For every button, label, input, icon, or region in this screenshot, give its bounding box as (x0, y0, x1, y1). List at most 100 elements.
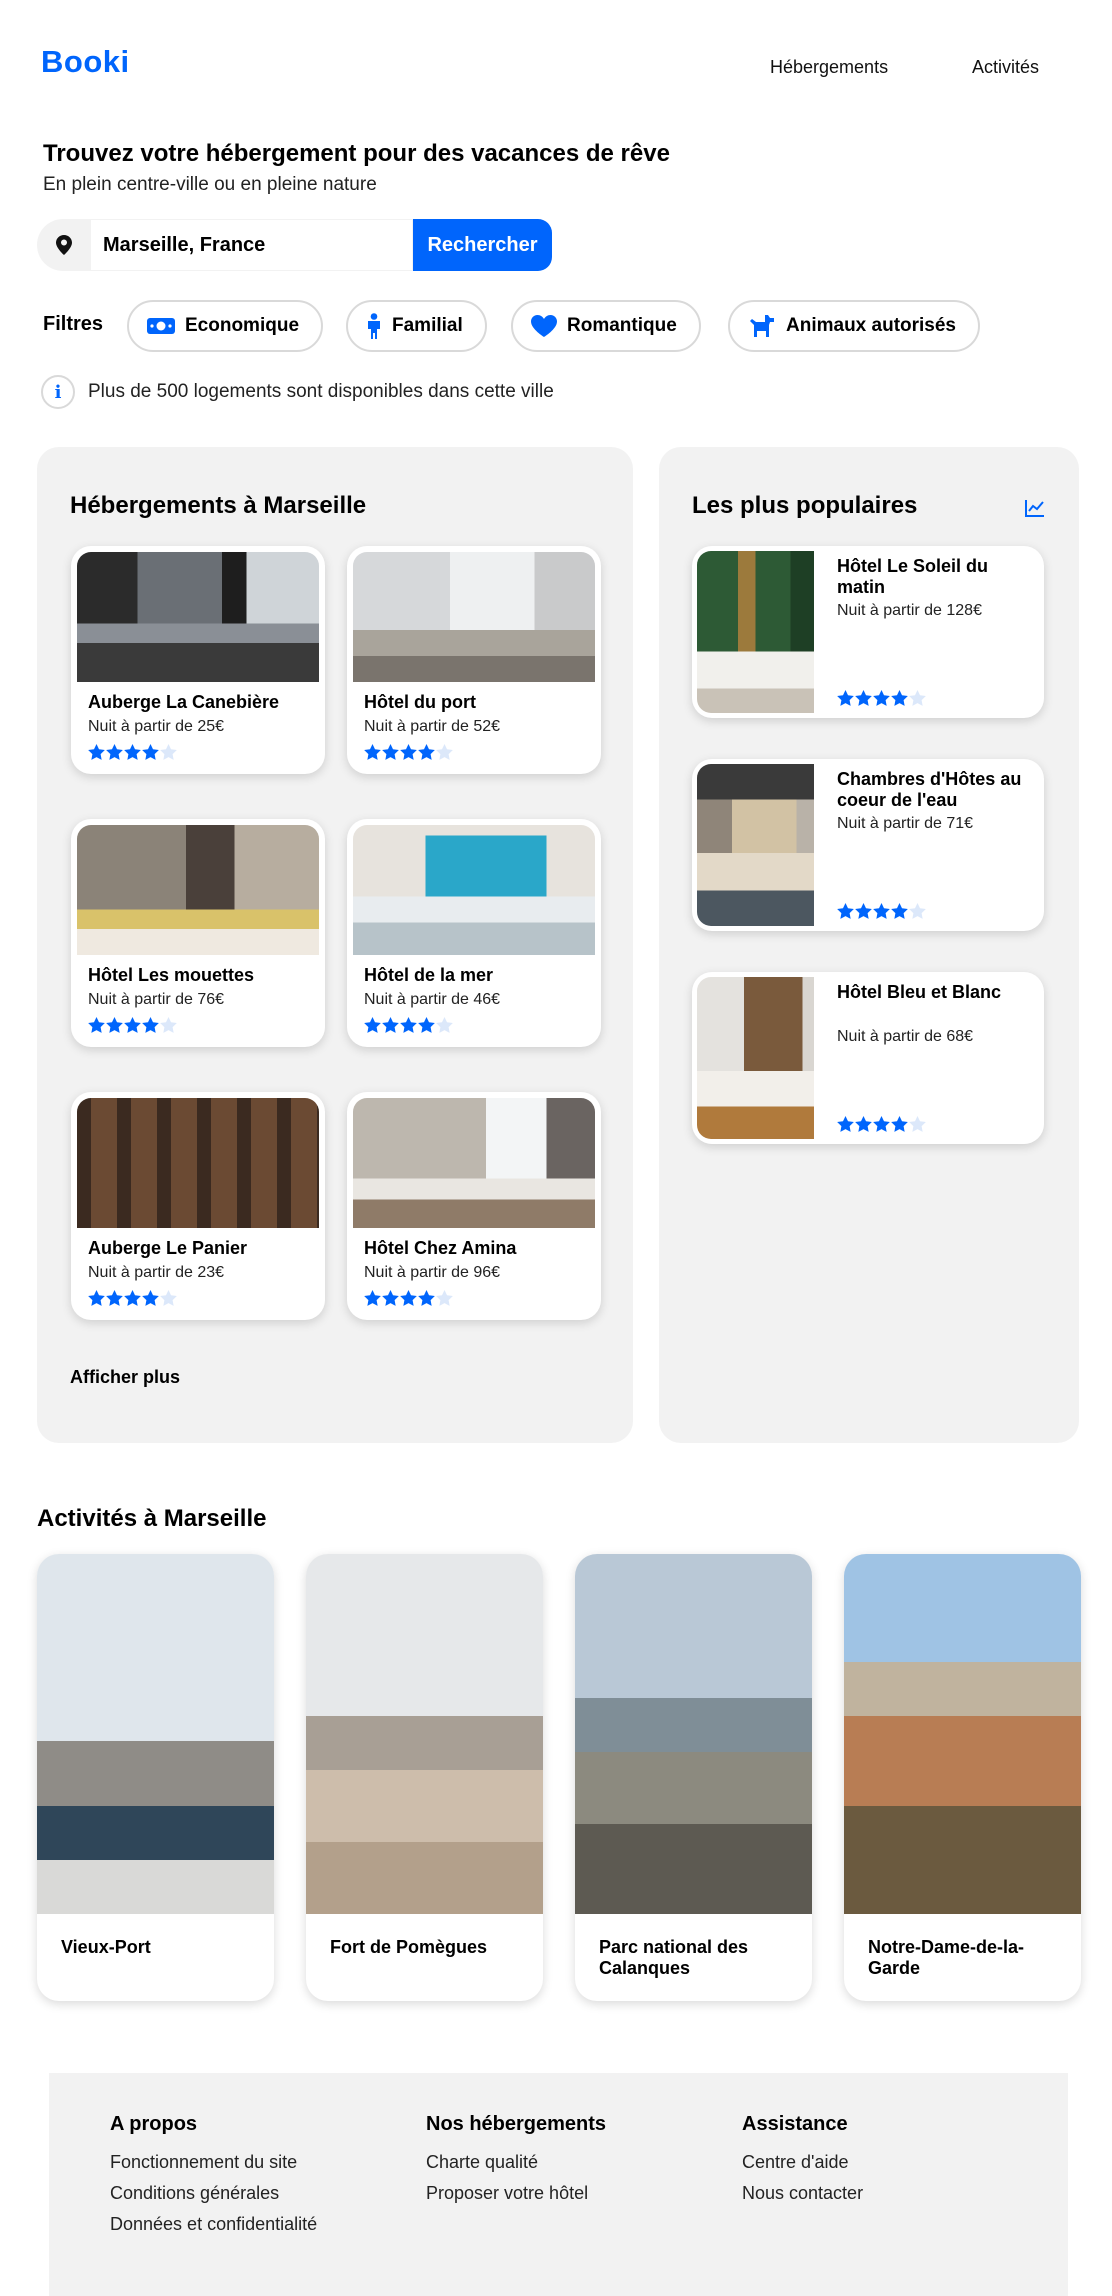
star-icon (142, 1017, 159, 1033)
search-bar: Marseille, France Rechercher (37, 219, 552, 271)
accommodation-card[interactable]: Hôtel de la mer Nuit à partir de 46€ (347, 819, 601, 1047)
popular-name: Hôtel Le Soleil du matin (837, 556, 989, 597)
star-rating (837, 690, 927, 706)
star-icon (909, 1116, 926, 1132)
popular-photo (697, 551, 814, 713)
search-input[interactable]: Marseille, France (91, 219, 413, 271)
star-icon (418, 744, 435, 760)
accommodation-card[interactable]: Hôtel Les mouettes Nuit à partir de 76€ (71, 819, 325, 1047)
popular-name: Chambres d'Hôtes au coeur de l'eau (837, 769, 1022, 810)
hero-title: Trouvez votre hébergement pour des vacan… (43, 140, 670, 167)
popular-card[interactable]: Hôtel Bleu et Blanc Nuit à partir de 68€ (692, 972, 1044, 1144)
popular-price: Nuit à partir de 71€ (837, 815, 974, 832)
accommodation-name: Hôtel de la mer (364, 965, 494, 985)
accommodation-card[interactable]: Auberge Le Panier Nuit à partir de 23€ (71, 1092, 325, 1320)
star-icon (436, 1017, 453, 1033)
star-rating (837, 903, 927, 919)
star-icon (382, 744, 399, 760)
star-icon (106, 1290, 123, 1306)
nav-link-activites[interactable]: Activités (972, 57, 1039, 78)
activity-card[interactable]: Fort de Pomègues (306, 1554, 543, 2001)
activity-card[interactable]: Notre-Dame-de-la-Garde (844, 1554, 1081, 2001)
star-icon (418, 1290, 435, 1306)
star-icon (873, 1116, 890, 1132)
accommodation-name: Auberge La Canebière (88, 692, 280, 712)
star-icon (891, 903, 908, 919)
activity-name: Vieux-Port (61, 1937, 151, 1957)
accommodation-card[interactable]: Auberge La Canebière Nuit à partir de 25… (71, 546, 325, 774)
footer-column-assistance: Assistance Centre d'aide Nous contacter (742, 2113, 863, 2214)
popular-photo (697, 764, 814, 926)
activity-card[interactable]: Vieux-Port (37, 1554, 274, 2001)
footer-heading: Nos hébergements (426, 2113, 607, 2135)
accommodation-name: Auberge Le Panier (88, 1238, 248, 1258)
accommodation-photo (77, 552, 319, 682)
star-icon (106, 1017, 123, 1033)
footer-link[interactable]: Données et confidentialité (110, 2214, 317, 2235)
footer-link[interactable]: Fonctionnement du site (110, 2152, 317, 2173)
filter-familial[interactable]: Familial (346, 300, 487, 352)
filters-label: Filtres (43, 313, 104, 335)
accommodations-panel: Hébergements à Marseille Auberge La Cane… (37, 447, 633, 1443)
money-icon (147, 318, 175, 334)
star-icon (88, 1290, 105, 1306)
popular-panel: Les plus populaires Hôtel Le Soleil du m… (659, 447, 1079, 1443)
footer-link[interactable]: Nous contacter (742, 2183, 863, 2204)
star-icon (837, 690, 854, 706)
show-more-link[interactable]: Afficher plus (70, 1367, 180, 1388)
star-icon (382, 1017, 399, 1033)
footer-link[interactable]: Conditions générales (110, 2183, 317, 2204)
filter-economique[interactable]: Economique (127, 300, 324, 352)
star-icon (106, 744, 123, 760)
trending-chart-icon (1025, 500, 1044, 517)
accommodation-card[interactable]: Hôtel Chez Amina Nuit à partir de 96€ (347, 1092, 601, 1320)
filter-romantique[interactable]: Romantique (511, 300, 701, 352)
filter-label: Romantique (567, 315, 677, 336)
location-pin-icon (37, 219, 91, 271)
site-footer: A propos Fonctionnement du site Conditio… (49, 2073, 1068, 2296)
star-icon (873, 690, 890, 706)
accommodation-card[interactable]: Hôtel du port Nuit à partir de 52€ (347, 546, 601, 774)
star-icon (382, 1290, 399, 1306)
activity-photo (575, 1554, 812, 1914)
footer-link[interactable]: Proposer votre hôtel (426, 2183, 606, 2204)
nav-link-hebergements[interactable]: Hébergements (770, 57, 888, 78)
star-rating (364, 1290, 454, 1306)
popular-card[interactable]: Chambres d'Hôtes au coeur de l'eau Nuit … (692, 759, 1044, 931)
popular-title: Les plus populaires (692, 492, 918, 519)
accommodation-price: Nuit à partir de 52€ (364, 718, 501, 735)
footer-column-hebergements: Nos hébergements Charte qualité Proposer… (426, 2113, 606, 2214)
activity-card[interactable]: Parc national des Calanques (575, 1554, 812, 2001)
star-icon (400, 1017, 417, 1033)
star-icon (400, 1290, 417, 1306)
star-icon (364, 1290, 381, 1306)
accommodation-price: Nuit à partir de 76€ (88, 991, 225, 1008)
star-icon (142, 1290, 159, 1306)
star-icon (124, 1290, 141, 1306)
activities-title: Activités à Marseille (37, 1505, 267, 1532)
star-icon (909, 690, 926, 706)
star-icon (436, 1290, 453, 1306)
star-icon (160, 1290, 177, 1306)
star-icon (88, 744, 105, 760)
booki-logo[interactable]: Booki (41, 44, 130, 80)
star-icon (891, 1116, 908, 1132)
availability-info: i Plus de 500 logements sont disponibles… (41, 375, 554, 409)
popular-card[interactable]: Hôtel Le Soleil du matin Nuit à partir d… (692, 546, 1044, 718)
star-icon (855, 903, 872, 919)
filter-animaux[interactable]: Animaux autorisés (728, 300, 980, 352)
search-button[interactable]: Rechercher (413, 219, 552, 271)
star-icon (873, 903, 890, 919)
accommodation-name: Hôtel du port (364, 692, 476, 712)
activity-name: Fort de Pomègues (330, 1937, 488, 1957)
footer-heading: Assistance (742, 2113, 848, 2135)
accommodation-name: Hôtel Les mouettes (88, 965, 255, 985)
star-icon (160, 744, 177, 760)
popular-photo (697, 977, 814, 1139)
star-icon (124, 1017, 141, 1033)
heart-icon (531, 315, 557, 337)
footer-link[interactable]: Centre d'aide (742, 2152, 863, 2173)
star-rating (88, 1017, 178, 1033)
footer-link[interactable]: Charte qualité (426, 2152, 606, 2173)
accommodation-price: Nuit à partir de 96€ (364, 1264, 501, 1281)
